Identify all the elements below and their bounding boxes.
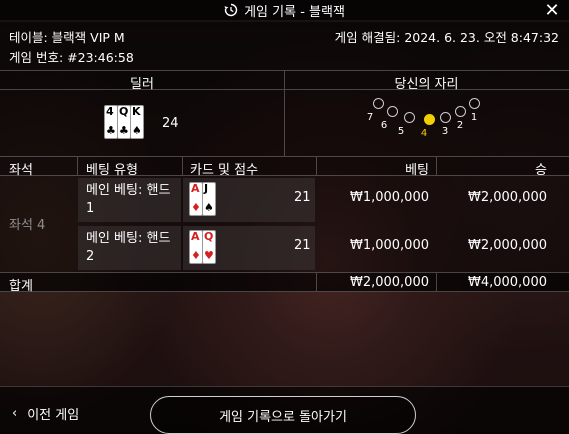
seat-number: 7 bbox=[366, 112, 374, 123]
dealer-area: 4 ♣ Q ♣ K ♠ 24 7654321 bbox=[0, 90, 569, 156]
col-divider bbox=[436, 273, 437, 291]
bet-type: 메인 베팅: 핸드 2 bbox=[86, 231, 171, 264]
playing-card: A ♦ bbox=[189, 230, 203, 264]
history-icon bbox=[224, 3, 238, 17]
table-row: 메인 베팅: 핸드 2 A ♦ Q ♥ 21 ₩1,000,000 ₩2,000,00… bbox=[0, 224, 569, 272]
col-divider bbox=[436, 157, 437, 175]
win-amount: ₩2,000,000 bbox=[467, 238, 547, 253]
card-rank: J bbox=[204, 182, 209, 195]
seat-dot bbox=[387, 106, 398, 117]
card-suit-icon: ♥ bbox=[204, 249, 214, 262]
dealer-score: 24 bbox=[162, 116, 179, 131]
close-button[interactable]: ✕ bbox=[543, 0, 561, 21]
seat-map: 765 4 321 bbox=[367, 98, 480, 148]
col-divider bbox=[316, 157, 317, 175]
seat-dot bbox=[373, 98, 384, 109]
bet-type: 메인 베팅: 핸드 1 bbox=[86, 183, 171, 216]
seat-dot bbox=[424, 114, 435, 125]
chevron-left-icon: ‹ bbox=[12, 406, 18, 421]
close-icon: ✕ bbox=[544, 0, 560, 21]
bet-amount: ₩1,000,000 bbox=[349, 238, 429, 253]
bets-table: 좌석 베팅 유형 카드 및 점수 베팅 승 좌석 4 메인 베팅: 핸드 1 A… bbox=[0, 156, 569, 294]
hand-score: 21 bbox=[294, 190, 311, 205]
card-suit-icon: ♣ bbox=[119, 124, 129, 137]
seat-number: 6 bbox=[380, 120, 388, 131]
seat-number: 1 bbox=[470, 112, 478, 123]
game-info: 테이블: 블랙잭 VIP M 게임 번호: #23:46:58 게임 해결됨: … bbox=[0, 22, 569, 70]
dealer-divider bbox=[284, 90, 285, 156]
playing-card: J ♠ bbox=[202, 182, 216, 216]
win-amount: ₩2,000,000 bbox=[467, 190, 547, 205]
card-suit-icon: ♣ bbox=[106, 124, 116, 137]
seat-dot bbox=[404, 112, 415, 123]
resolved-time: 게임 해결됨: 2024. 6. 23. 오전 8:47:32 bbox=[334, 30, 559, 45]
col-divider bbox=[316, 273, 317, 291]
total-win: ₩4,000,000 bbox=[467, 275, 547, 290]
bet-amount: ₩1,000,000 bbox=[349, 190, 429, 205]
card-rank: A bbox=[191, 230, 200, 243]
playing-card: Q ♥ bbox=[202, 230, 216, 264]
table-header: 좌석 베팅 유형 카드 및 점수 베팅 승 bbox=[0, 156, 569, 178]
card-suit-icon: ♠ bbox=[204, 201, 214, 214]
back-to-history-button[interactable]: 게임 기록으로 돌아가기 bbox=[150, 396, 416, 434]
game-number: 게임 번호: #23:46:58 bbox=[9, 50, 134, 65]
playing-card: Q ♣ bbox=[117, 105, 131, 139]
table-row: 메인 베팅: 핸드 1 A ♦ J ♠ 21 ₩1,000,000 ₩2,000,00… bbox=[0, 176, 569, 224]
card-suit-icon: ♠ bbox=[132, 124, 142, 137]
dealer-cards: 4 ♣ Q ♣ K ♠ bbox=[104, 105, 144, 139]
playing-card: A ♦ bbox=[189, 182, 203, 216]
seat-number: 4 bbox=[420, 128, 428, 139]
seat-number: 3 bbox=[441, 126, 449, 137]
title-bar: 게임 기록 - 블랙잭 ✕ bbox=[0, 0, 569, 21]
playing-card: K ♠ bbox=[130, 105, 144, 139]
card-rank: K bbox=[132, 105, 141, 118]
table-total-row: 합계 ₩2,000,000 ₩4,000,000 bbox=[0, 272, 569, 294]
card-rank: A bbox=[191, 182, 200, 195]
col-divider bbox=[77, 157, 78, 175]
card-rank: 4 bbox=[106, 105, 114, 118]
dealer-seat-header: 딜러 당신의 자리 bbox=[0, 70, 569, 92]
previous-game-button[interactable]: ‹ 이전 게임 bbox=[12, 404, 79, 423]
playing-card: 4 ♣ bbox=[104, 105, 118, 139]
page-title: 게임 기록 - 블랙잭 bbox=[244, 4, 345, 20]
total-bet: ₩2,000,000 bbox=[349, 275, 429, 290]
col-divider bbox=[182, 157, 183, 175]
total-label: 합계 bbox=[9, 279, 33, 294]
seat-number: 2 bbox=[456, 120, 464, 131]
card-suit-icon: ♦ bbox=[191, 201, 201, 214]
card-suit-icon: ♦ bbox=[191, 249, 201, 262]
hand-cards: A ♦ J ♠ bbox=[189, 182, 216, 216]
previous-game-label: 이전 게임 bbox=[27, 408, 80, 423]
game-history-panel: 게임 기록 - 블랙잭 ✕ 테이블: 블랙잭 VIP M 게임 번호: #23:… bbox=[0, 0, 569, 434]
back-to-history-label: 게임 기록으로 돌아가기 bbox=[219, 409, 347, 425]
card-rank: Q bbox=[119, 105, 129, 118]
seat-rows: 좌석 4 메인 베팅: 핸드 1 A ♦ J ♠ 21 ₩1,000,000 ₩2,0… bbox=[0, 176, 569, 272]
seat-dot bbox=[440, 112, 451, 123]
hand-cards: A ♦ Q ♥ bbox=[189, 230, 216, 264]
card-rank: Q bbox=[204, 230, 214, 243]
seat-dot bbox=[469, 98, 480, 109]
seat-dot bbox=[455, 106, 466, 117]
bottom-bar: ‹ 이전 게임 게임 기록으로 돌아가기 bbox=[0, 386, 569, 434]
seat-number: 5 bbox=[397, 126, 405, 137]
table-name: 테이블: 블랙잭 VIP M bbox=[9, 30, 125, 45]
hand-score: 21 bbox=[294, 238, 311, 253]
